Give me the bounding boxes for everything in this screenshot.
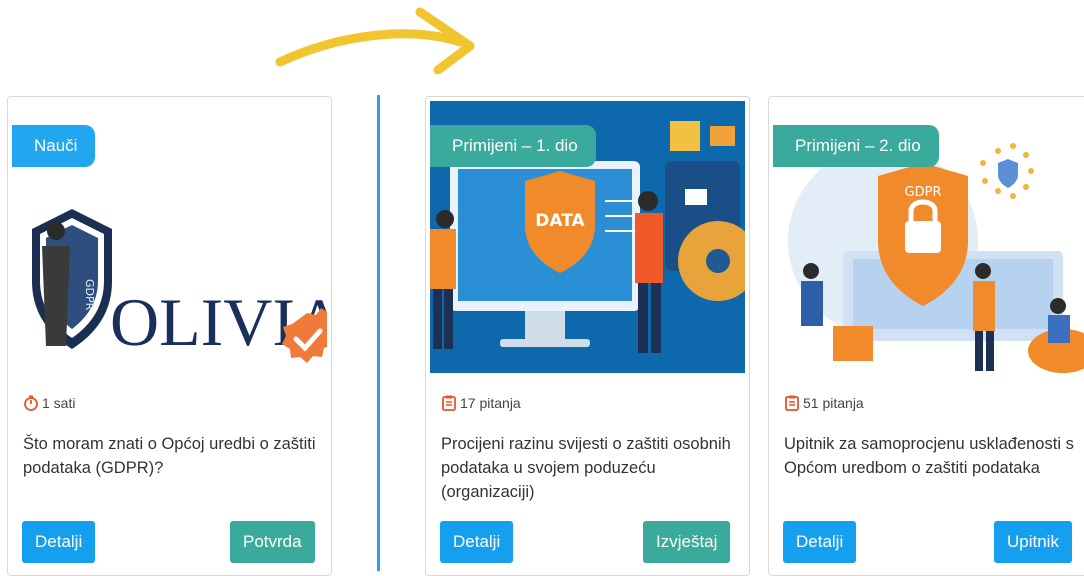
duration-text: 1 sati xyxy=(42,395,76,411)
card-title: Procijeni razinu svijesti o zaštiti osob… xyxy=(441,435,731,501)
card-title: Što moram znati o Općoj uredbi o zaštiti… xyxy=(23,435,316,477)
badge-learn: Nauči xyxy=(12,125,96,167)
confirm-button[interactable]: Potvrda xyxy=(230,521,315,563)
svg-text:GDPR: GDPR xyxy=(83,279,96,311)
questions-meta: 17 pitanja xyxy=(441,395,521,411)
clipboard-icon xyxy=(442,395,456,411)
course-card-learn: GDPR OLIVIA Nauči 1 sati Što moram znati… xyxy=(7,96,332,576)
badge-apply-1: Primijeni – 1. dio xyxy=(430,125,596,167)
svg-text:DATA: DATA xyxy=(535,211,585,231)
clipboard-icon xyxy=(785,395,799,411)
report-button[interactable]: Izvještaj xyxy=(643,521,731,563)
course-card-apply-1: DATA Primijeni – 1. dio 17 pitanja Proci… xyxy=(425,96,750,576)
details-button[interactable]: Detalji xyxy=(440,521,514,563)
arrow-decoration xyxy=(275,7,475,74)
card-title: Upitnik za samoprocjenu usklađenosti s O… xyxy=(784,435,1074,477)
duration-meta: 1 sati xyxy=(23,395,75,411)
svg-text:GDPR: GDPR xyxy=(905,185,942,200)
questions-text: 51 pitanja xyxy=(803,395,864,411)
details-button[interactable]: Detalji xyxy=(22,521,96,563)
stopwatch-icon xyxy=(24,395,38,411)
questionnaire-button[interactable]: Upitnik xyxy=(994,521,1072,563)
section-divider xyxy=(377,95,380,571)
questions-text: 17 pitanja xyxy=(460,395,521,411)
course-card-apply-2: GDPR Primijeni – 2. dio 51 pitanja Upitn… xyxy=(768,96,1084,576)
badge-apply-2: Primijeni – 2. dio xyxy=(773,125,939,167)
questions-meta: 51 pitanja xyxy=(784,395,864,411)
details-button[interactable]: Detalji xyxy=(783,521,857,563)
